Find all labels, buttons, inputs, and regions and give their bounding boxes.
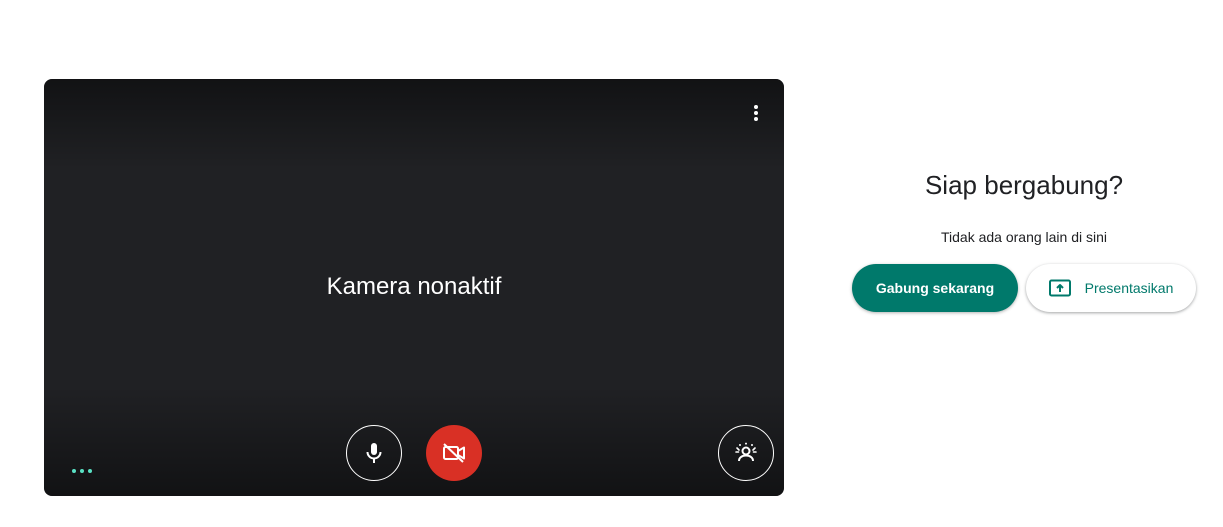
present-label: Presentasikan <box>1084 280 1174 296</box>
visual-effects-icon <box>735 442 757 462</box>
participants-status: Tidak ada orang lain di sini <box>940 229 1108 245</box>
present-to-all-icon <box>1048 279 1071 297</box>
more-options-button[interactable] <box>740 99 772 127</box>
more-vert-icon <box>754 105 758 121</box>
audio-level-dots-icon <box>72 468 92 474</box>
microphone-toggle-button[interactable] <box>346 425 402 481</box>
audio-dot <box>88 469 92 473</box>
join-now-button[interactable]: Gabung sekarang <box>852 264 1018 312</box>
join-now-label: Gabung sekarang <box>875 280 995 296</box>
videocam-off-icon <box>443 443 465 463</box>
join-title: Siap bergabung? <box>924 170 1124 200</box>
preview-top-gradient <box>44 79 784 169</box>
meeting-lobby: Kamera nonaktif Siap bergabung? Tidak ad… <box>0 0 1223 527</box>
audio-dot <box>72 469 76 473</box>
mic-icon <box>366 443 382 463</box>
camera-toggle-button[interactable] <box>426 425 482 481</box>
camera-off-label: Kamera nonaktif <box>326 273 502 300</box>
preview-bottom-gradient <box>44 386 784 496</box>
audio-dot <box>80 469 84 473</box>
visual-effects-button[interactable] <box>718 425 774 481</box>
self-video-preview: Kamera nonaktif <box>44 79 784 496</box>
present-button[interactable]: Presentasikan <box>1026 264 1196 312</box>
